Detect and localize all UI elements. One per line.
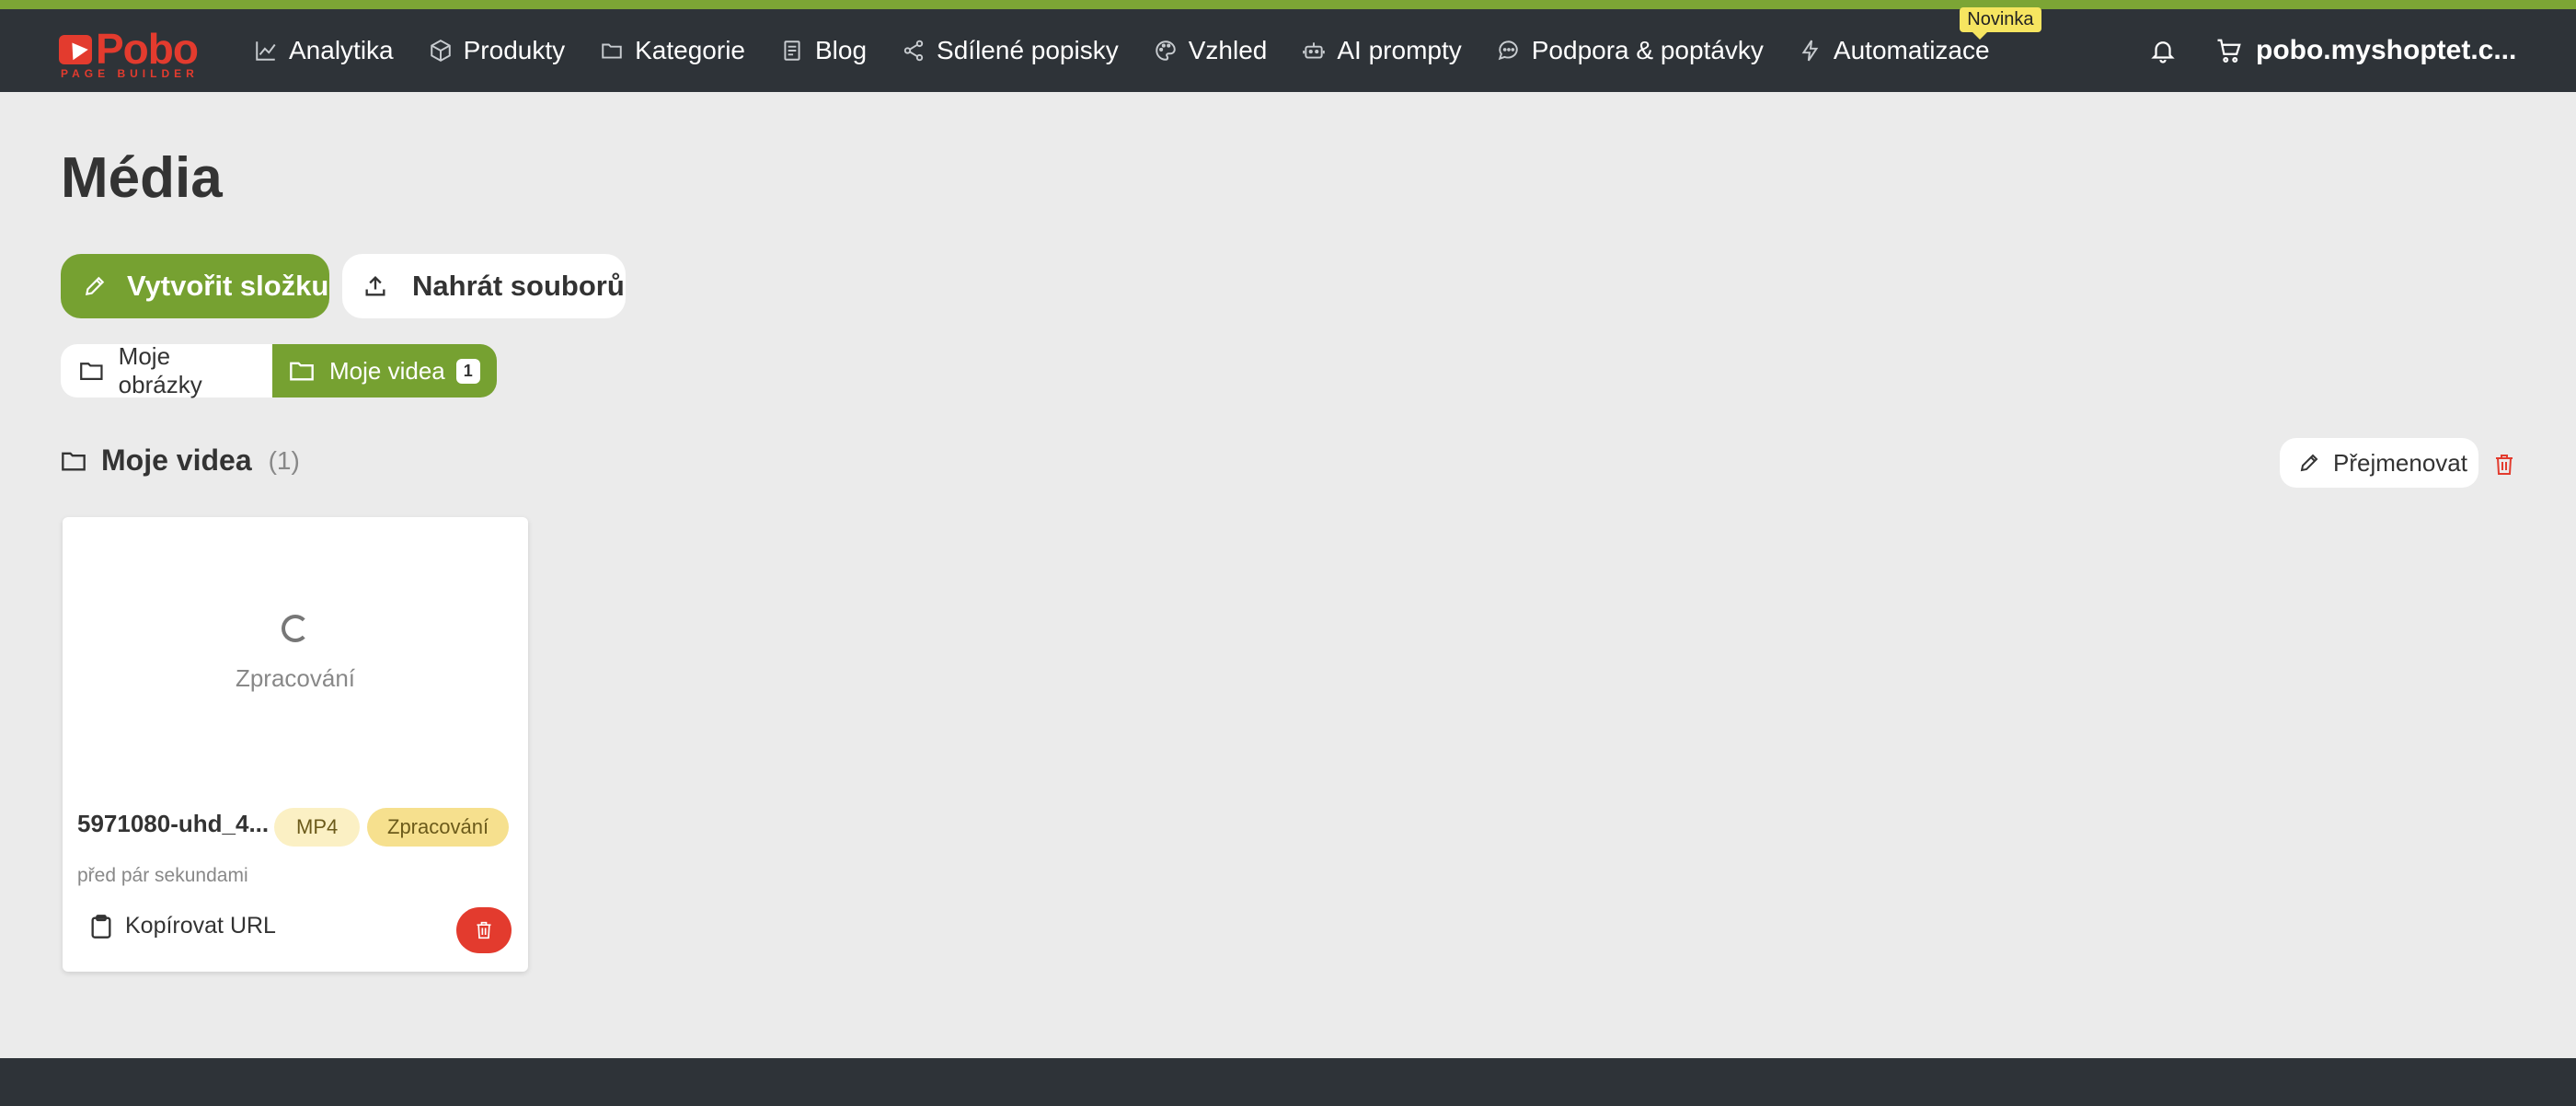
chat-icon <box>1498 40 1518 61</box>
processing-status-text: Zpracování <box>235 664 356 692</box>
folder-title: Moje videa <box>101 444 252 477</box>
rename-folder-button[interactable]: Přejmenovat <box>2280 438 2478 488</box>
clipboard-icon <box>91 914 111 939</box>
document-icon <box>784 40 800 61</box>
copy-url-label: Kopírovat URL <box>125 913 276 939</box>
tab-count-badge: 1 <box>455 358 480 384</box>
nav-item-podpora[interactable]: Podpora & poptávky <box>1497 9 1764 92</box>
nav-item-produkty[interactable]: Produkty <box>429 9 566 92</box>
file-timestamp: před pár sekundami <box>77 865 248 886</box>
upload-icon <box>365 276 385 296</box>
tab-label: Moje videa <box>329 356 445 385</box>
pencil-icon <box>85 276 105 296</box>
bell-icon <box>2151 41 2175 63</box>
nav-item-kategorie[interactable]: Kategorie <box>600 9 745 92</box>
nav-item-vzhled[interactable]: Vzhled <box>1154 9 1268 92</box>
folder-icon <box>80 363 103 381</box>
notifications-button[interactable] <box>2149 37 2177 64</box>
file-name: 5971080-uhd_4... <box>77 810 270 837</box>
nav-item-analytika[interactable]: Analytika <box>254 9 394 92</box>
delete-file-button[interactable] <box>456 907 512 953</box>
nav-item-label: Kategorie <box>635 36 745 64</box>
upload-files-label: Nahrát souborů <box>412 270 625 302</box>
shop-switcher[interactable]: pobo.myshoptet.c... <box>2256 35 2516 66</box>
tab-label: Moje obrázky <box>118 342 202 398</box>
page-title: Média <box>61 146 223 210</box>
top-accent-line <box>0 0 2576 9</box>
nav-item-label: Podpora & poptávky <box>1531 36 1764 64</box>
logo-text: Pobo <box>96 25 199 73</box>
nav-item-label: Vzhled <box>1188 36 1268 64</box>
page-footer <box>0 1058 2576 1106</box>
rename-label: Přejmenovat <box>2333 448 2467 477</box>
folder-icon <box>602 43 622 59</box>
robot-icon <box>1303 42 1326 59</box>
nav-item-label: Sdílené popisky <box>937 36 1119 64</box>
folder-item-count: (1) <box>268 445 300 475</box>
top-navbar: Pobo PAGE BUILDER Analytika Produkty Kat… <box>0 7 2576 92</box>
nav-item-label: Automatizace <box>1833 36 1990 64</box>
bolt-icon <box>1801 40 1819 62</box>
tab-moje-videa[interactable]: Moje videa 1 <box>272 344 497 397</box>
nav-item-sdilene-popisky[interactable]: Sdílené popisky <box>902 9 1119 92</box>
pobo-logo[interactable]: Pobo PAGE BUILDER <box>59 26 206 79</box>
trash-icon <box>477 921 491 939</box>
new-badge: Novinka <box>1960 7 2041 40</box>
nav-item-automatizace[interactable]: Automatizace Novinka <box>1799 7 2041 92</box>
upload-files-button[interactable]: Nahrát souborů <box>342 254 626 318</box>
box-icon <box>430 40 451 62</box>
nav-item-ai-prompty[interactable]: AI prompty <box>1302 9 1462 92</box>
tab-moje-obrazky[interactable]: Moje obrázky <box>61 342 272 398</box>
create-folder-label: Vytvořit složku <box>127 270 329 302</box>
nav-item-blog[interactable]: Blog <box>780 9 867 92</box>
folder-section-header: Moje videa (1) <box>61 444 300 478</box>
folder-icon <box>290 362 314 381</box>
status-badge: Zpracování <box>367 808 510 847</box>
logo-mark-icon <box>59 35 92 64</box>
shop-cart-icon-wrap[interactable] <box>2215 37 2243 64</box>
nav-item-label: Blog <box>815 36 868 64</box>
folder-tabs: Moje obrázky Moje videa 1 <box>61 342 497 398</box>
folder-icon <box>62 452 86 470</box>
trash-icon <box>2496 455 2513 475</box>
main-nav: Analytika Produkty Kategorie Blog Sdílen… <box>254 7 2041 92</box>
logo-subtext: PAGE BUILDER <box>61 67 199 80</box>
pencil-icon <box>2300 454 2318 472</box>
share-icon <box>903 40 924 62</box>
copy-url-button[interactable]: Kopírovat URL <box>90 913 276 939</box>
chart-line-icon <box>256 41 276 61</box>
nav-item-label: Analytika <box>289 36 394 64</box>
create-folder-button[interactable]: Vytvořit složku <box>61 254 329 318</box>
nav-item-label: Produkty <box>463 36 566 64</box>
delete-folder-button[interactable] <box>2493 453 2515 477</box>
palette-icon <box>1156 40 1176 61</box>
file-type-badge: MP4 <box>274 808 361 847</box>
nav-item-label: AI prompty <box>1337 36 1462 64</box>
loading-spinner-icon <box>282 615 309 642</box>
media-card[interactable]: Zpracování 5971080-uhd_4... MP4 Zpracová… <box>63 517 528 972</box>
cart-icon <box>2217 39 2241 63</box>
